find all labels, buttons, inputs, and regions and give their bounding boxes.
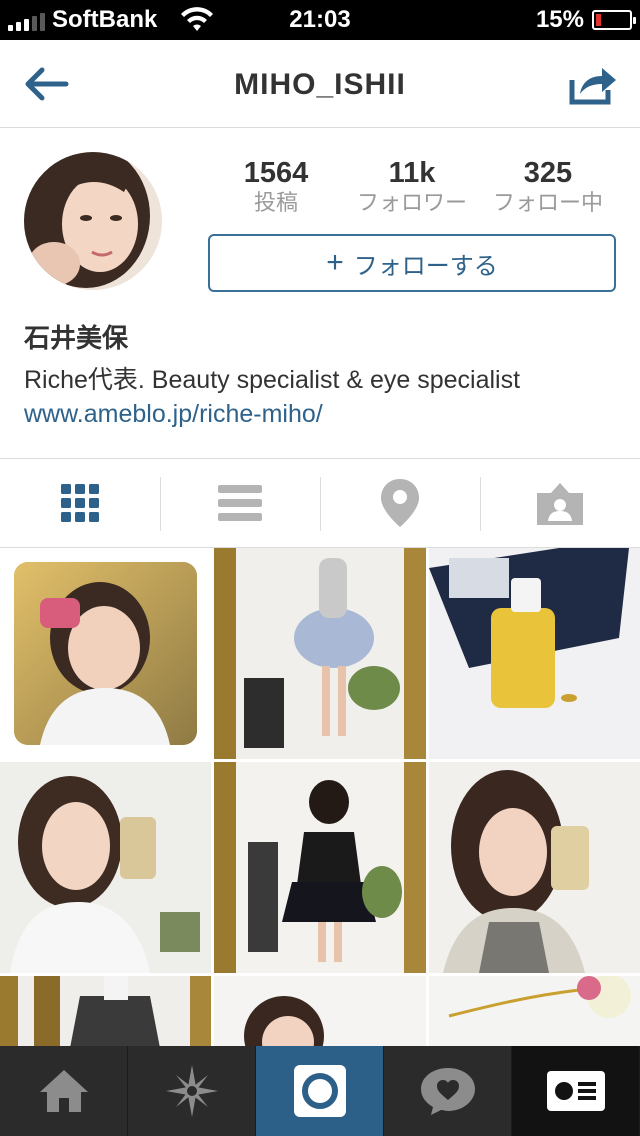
posts-count: 1564 — [243, 157, 309, 189]
photo-tile[interactable] — [214, 976, 426, 1048]
battery-level — [596, 14, 601, 26]
posts-label: 投稿 — [253, 190, 298, 215]
tab-list[interactable] — [160, 459, 320, 547]
follow-button-label: フォローする — [353, 252, 498, 280]
explore-icon — [165, 1065, 218, 1117]
photo-tile[interactable] — [429, 762, 640, 973]
location-pin-icon — [381, 479, 419, 527]
bottom-tab-bar — [0, 1046, 640, 1136]
battery-percent: 15% — [535, 6, 584, 33]
profile-icon — [546, 1071, 605, 1111]
tab-profile[interactable] — [512, 1046, 640, 1136]
tab-activity[interactable] — [384, 1046, 512, 1136]
back-arrow-icon[interactable] — [20, 64, 70, 104]
followers-label: フォロワー — [356, 190, 467, 215]
tab-camera[interactable] — [256, 1046, 384, 1136]
home-icon — [39, 1070, 88, 1112]
photo-tile[interactable] — [214, 762, 426, 973]
share-icon[interactable] — [568, 62, 618, 106]
tab-grid[interactable] — [0, 459, 160, 547]
photo-tile[interactable] — [214, 548, 426, 759]
grid-icon — [61, 484, 99, 522]
tab-tagged[interactable] — [480, 459, 640, 547]
profile-stats: 1564 投稿 11k フォロワー 325 フォロー中 — [208, 156, 616, 216]
tab-home[interactable] — [0, 1046, 128, 1136]
photo-tile[interactable] — [429, 548, 640, 759]
plus-icon: + — [326, 246, 344, 279]
photo-tile[interactable] — [0, 976, 211, 1048]
nav-bar: MIHO_ISHII — [0, 40, 640, 128]
activity-icon — [420, 1068, 475, 1115]
following-count: 325 — [523, 157, 573, 189]
battery-icon — [592, 10, 636, 30]
camera-icon — [293, 1065, 346, 1117]
following-label: フォロー中 — [492, 190, 603, 215]
photo-tile[interactable] — [0, 548, 211, 759]
tab-location[interactable] — [320, 459, 480, 547]
stat-followers[interactable]: 11k フォロワー — [344, 156, 480, 216]
view-tabs — [0, 458, 640, 548]
avatar-photo — [24, 152, 162, 290]
avatar — [24, 152, 162, 290]
tagged-photos-icon — [537, 483, 583, 525]
stat-posts[interactable]: 1564 投稿 — [208, 156, 344, 216]
status-bar: SoftBank 21:03 15% — [0, 0, 640, 40]
photo-grid — [0, 548, 640, 1048]
profile-bio: Riche代表. Beauty specialist & eye special… — [24, 366, 521, 394]
followers-count: 11k — [388, 157, 436, 189]
photo-tile[interactable] — [429, 976, 640, 1048]
profile-website-link[interactable]: www.ameblo.jp/riche-miho/ — [24, 400, 323, 429]
page-title: MIHO_ISHII — [234, 68, 406, 101]
stat-following[interactable]: 325 フォロー中 — [480, 156, 616, 216]
photo-tile[interactable] — [0, 762, 211, 973]
profile-name: 石井美保 — [24, 323, 129, 353]
list-icon — [218, 485, 262, 521]
tab-explore[interactable] — [128, 1046, 256, 1136]
follow-button[interactable]: + フォローする — [208, 234, 616, 292]
